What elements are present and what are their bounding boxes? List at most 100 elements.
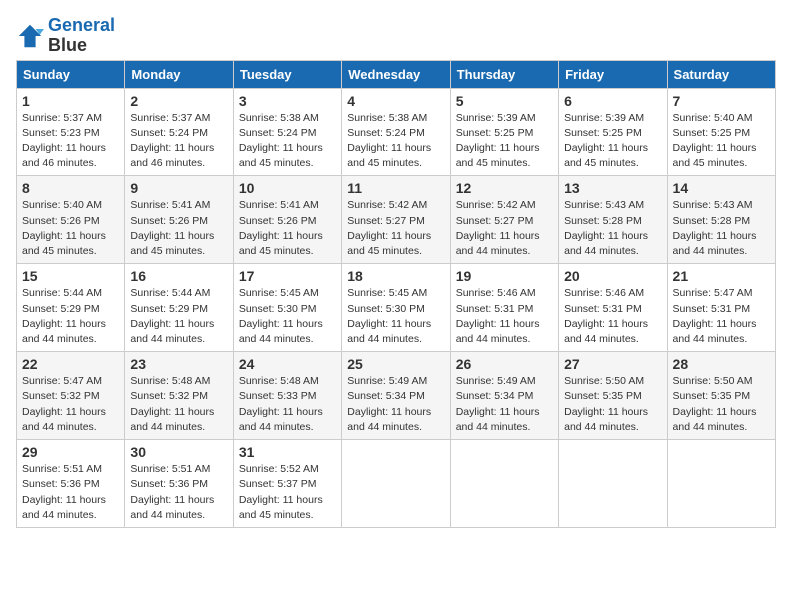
day-number: 4 xyxy=(347,93,444,109)
day-number: 31 xyxy=(239,444,336,460)
logo-icon xyxy=(16,22,44,50)
calendar-day-cell: 26 Sunrise: 5:49 AM Sunset: 5:34 PM Dayl… xyxy=(450,352,558,440)
day-number: 21 xyxy=(673,268,770,284)
day-info: Sunrise: 5:50 AM Sunset: 5:35 PM Dayligh… xyxy=(673,374,770,435)
calendar-week-row: 22 Sunrise: 5:47 AM Sunset: 5:32 PM Dayl… xyxy=(17,352,776,440)
weekday-header-cell: Thursday xyxy=(450,60,558,88)
day-number: 1 xyxy=(22,93,119,109)
calendar-day-cell: 14 Sunrise: 5:43 AM Sunset: 5:28 PM Dayl… xyxy=(667,176,775,264)
calendar-day-cell: 17 Sunrise: 5:45 AM Sunset: 5:30 PM Dayl… xyxy=(233,264,341,352)
calendar-day-cell: 15 Sunrise: 5:44 AM Sunset: 5:29 PM Dayl… xyxy=(17,264,125,352)
weekday-header-cell: Monday xyxy=(125,60,233,88)
calendar-table: SundayMondayTuesdayWednesdayThursdayFrid… xyxy=(16,60,776,528)
day-number: 7 xyxy=(673,93,770,109)
calendar-day-cell: 7 Sunrise: 5:40 AM Sunset: 5:25 PM Dayli… xyxy=(667,88,775,176)
day-number: 22 xyxy=(22,356,119,372)
day-number: 28 xyxy=(673,356,770,372)
day-info: Sunrise: 5:41 AM Sunset: 5:26 PM Dayligh… xyxy=(239,198,336,259)
calendar-day-cell: 27 Sunrise: 5:50 AM Sunset: 5:35 PM Dayl… xyxy=(559,352,667,440)
calendar-day-cell: 11 Sunrise: 5:42 AM Sunset: 5:27 PM Dayl… xyxy=(342,176,450,264)
day-info: Sunrise: 5:40 AM Sunset: 5:26 PM Dayligh… xyxy=(22,198,119,259)
day-number: 20 xyxy=(564,268,661,284)
day-info: Sunrise: 5:39 AM Sunset: 5:25 PM Dayligh… xyxy=(564,111,661,172)
day-number: 30 xyxy=(130,444,227,460)
calendar-day-cell: 2 Sunrise: 5:37 AM Sunset: 5:24 PM Dayli… xyxy=(125,88,233,176)
calendar-day-cell: 9 Sunrise: 5:41 AM Sunset: 5:26 PM Dayli… xyxy=(125,176,233,264)
day-info: Sunrise: 5:44 AM Sunset: 5:29 PM Dayligh… xyxy=(22,286,119,347)
calendar-day-cell: 1 Sunrise: 5:37 AM Sunset: 5:23 PM Dayli… xyxy=(17,88,125,176)
day-info: Sunrise: 5:40 AM Sunset: 5:25 PM Dayligh… xyxy=(673,111,770,172)
day-number: 19 xyxy=(456,268,553,284)
day-number: 26 xyxy=(456,356,553,372)
day-number: 2 xyxy=(130,93,227,109)
calendar-day-cell: 10 Sunrise: 5:41 AM Sunset: 5:26 PM Dayl… xyxy=(233,176,341,264)
day-number: 25 xyxy=(347,356,444,372)
calendar-day-cell: 22 Sunrise: 5:47 AM Sunset: 5:32 PM Dayl… xyxy=(17,352,125,440)
weekday-header-cell: Tuesday xyxy=(233,60,341,88)
calendar-day-cell: 6 Sunrise: 5:39 AM Sunset: 5:25 PM Dayli… xyxy=(559,88,667,176)
calendar-day-cell: 23 Sunrise: 5:48 AM Sunset: 5:32 PM Dayl… xyxy=(125,352,233,440)
calendar-day-cell xyxy=(342,440,450,528)
day-info: Sunrise: 5:42 AM Sunset: 5:27 PM Dayligh… xyxy=(456,198,553,259)
day-info: Sunrise: 5:44 AM Sunset: 5:29 PM Dayligh… xyxy=(130,286,227,347)
day-number: 18 xyxy=(347,268,444,284)
day-info: Sunrise: 5:37 AM Sunset: 5:23 PM Dayligh… xyxy=(22,111,119,172)
calendar-day-cell: 24 Sunrise: 5:48 AM Sunset: 5:33 PM Dayl… xyxy=(233,352,341,440)
day-info: Sunrise: 5:45 AM Sunset: 5:30 PM Dayligh… xyxy=(239,286,336,347)
calendar-day-cell: 20 Sunrise: 5:46 AM Sunset: 5:31 PM Dayl… xyxy=(559,264,667,352)
calendar-day-cell xyxy=(450,440,558,528)
calendar-day-cell: 18 Sunrise: 5:45 AM Sunset: 5:30 PM Dayl… xyxy=(342,264,450,352)
day-number: 3 xyxy=(239,93,336,109)
day-info: Sunrise: 5:52 AM Sunset: 5:37 PM Dayligh… xyxy=(239,462,336,523)
day-number: 16 xyxy=(130,268,227,284)
day-info: Sunrise: 5:46 AM Sunset: 5:31 PM Dayligh… xyxy=(564,286,661,347)
calendar-day-cell: 30 Sunrise: 5:51 AM Sunset: 5:36 PM Dayl… xyxy=(125,440,233,528)
day-number: 11 xyxy=(347,180,444,196)
day-info: Sunrise: 5:45 AM Sunset: 5:30 PM Dayligh… xyxy=(347,286,444,347)
calendar-week-row: 1 Sunrise: 5:37 AM Sunset: 5:23 PM Dayli… xyxy=(17,88,776,176)
day-info: Sunrise: 5:47 AM Sunset: 5:32 PM Dayligh… xyxy=(22,374,119,435)
day-info: Sunrise: 5:41 AM Sunset: 5:26 PM Dayligh… xyxy=(130,198,227,259)
weekday-header-cell: Friday xyxy=(559,60,667,88)
day-number: 12 xyxy=(456,180,553,196)
day-number: 14 xyxy=(673,180,770,196)
day-info: Sunrise: 5:48 AM Sunset: 5:32 PM Dayligh… xyxy=(130,374,227,435)
calendar-day-cell xyxy=(559,440,667,528)
day-number: 13 xyxy=(564,180,661,196)
day-number: 24 xyxy=(239,356,336,372)
day-number: 8 xyxy=(22,180,119,196)
calendar-day-cell: 28 Sunrise: 5:50 AM Sunset: 5:35 PM Dayl… xyxy=(667,352,775,440)
calendar-day-cell: 29 Sunrise: 5:51 AM Sunset: 5:36 PM Dayl… xyxy=(17,440,125,528)
calendar-day-cell: 4 Sunrise: 5:38 AM Sunset: 5:24 PM Dayli… xyxy=(342,88,450,176)
weekday-header-cell: Saturday xyxy=(667,60,775,88)
day-info: Sunrise: 5:49 AM Sunset: 5:34 PM Dayligh… xyxy=(456,374,553,435)
weekday-header-cell: Sunday xyxy=(17,60,125,88)
day-info: Sunrise: 5:47 AM Sunset: 5:31 PM Dayligh… xyxy=(673,286,770,347)
logo-area: GeneralBlue xyxy=(16,16,115,56)
calendar-day-cell xyxy=(667,440,775,528)
day-info: Sunrise: 5:50 AM Sunset: 5:35 PM Dayligh… xyxy=(564,374,661,435)
day-number: 5 xyxy=(456,93,553,109)
calendar-day-cell: 16 Sunrise: 5:44 AM Sunset: 5:29 PM Dayl… xyxy=(125,264,233,352)
day-info: Sunrise: 5:43 AM Sunset: 5:28 PM Dayligh… xyxy=(564,198,661,259)
day-info: Sunrise: 5:51 AM Sunset: 5:36 PM Dayligh… xyxy=(130,462,227,523)
day-number: 6 xyxy=(564,93,661,109)
day-info: Sunrise: 5:39 AM Sunset: 5:25 PM Dayligh… xyxy=(456,111,553,172)
day-info: Sunrise: 5:49 AM Sunset: 5:34 PM Dayligh… xyxy=(347,374,444,435)
calendar-day-cell: 25 Sunrise: 5:49 AM Sunset: 5:34 PM Dayl… xyxy=(342,352,450,440)
page-header: GeneralBlue xyxy=(16,16,776,56)
calendar-day-cell: 12 Sunrise: 5:42 AM Sunset: 5:27 PM Dayl… xyxy=(450,176,558,264)
calendar-day-cell: 8 Sunrise: 5:40 AM Sunset: 5:26 PM Dayli… xyxy=(17,176,125,264)
day-info: Sunrise: 5:38 AM Sunset: 5:24 PM Dayligh… xyxy=(347,111,444,172)
day-info: Sunrise: 5:37 AM Sunset: 5:24 PM Dayligh… xyxy=(130,111,227,172)
day-number: 9 xyxy=(130,180,227,196)
weekday-header-cell: Wednesday xyxy=(342,60,450,88)
day-number: 10 xyxy=(239,180,336,196)
calendar-day-cell: 21 Sunrise: 5:47 AM Sunset: 5:31 PM Dayl… xyxy=(667,264,775,352)
day-number: 17 xyxy=(239,268,336,284)
day-number: 15 xyxy=(22,268,119,284)
calendar-week-row: 8 Sunrise: 5:40 AM Sunset: 5:26 PM Dayli… xyxy=(17,176,776,264)
day-info: Sunrise: 5:43 AM Sunset: 5:28 PM Dayligh… xyxy=(673,198,770,259)
calendar-day-cell: 5 Sunrise: 5:39 AM Sunset: 5:25 PM Dayli… xyxy=(450,88,558,176)
day-number: 29 xyxy=(22,444,119,460)
